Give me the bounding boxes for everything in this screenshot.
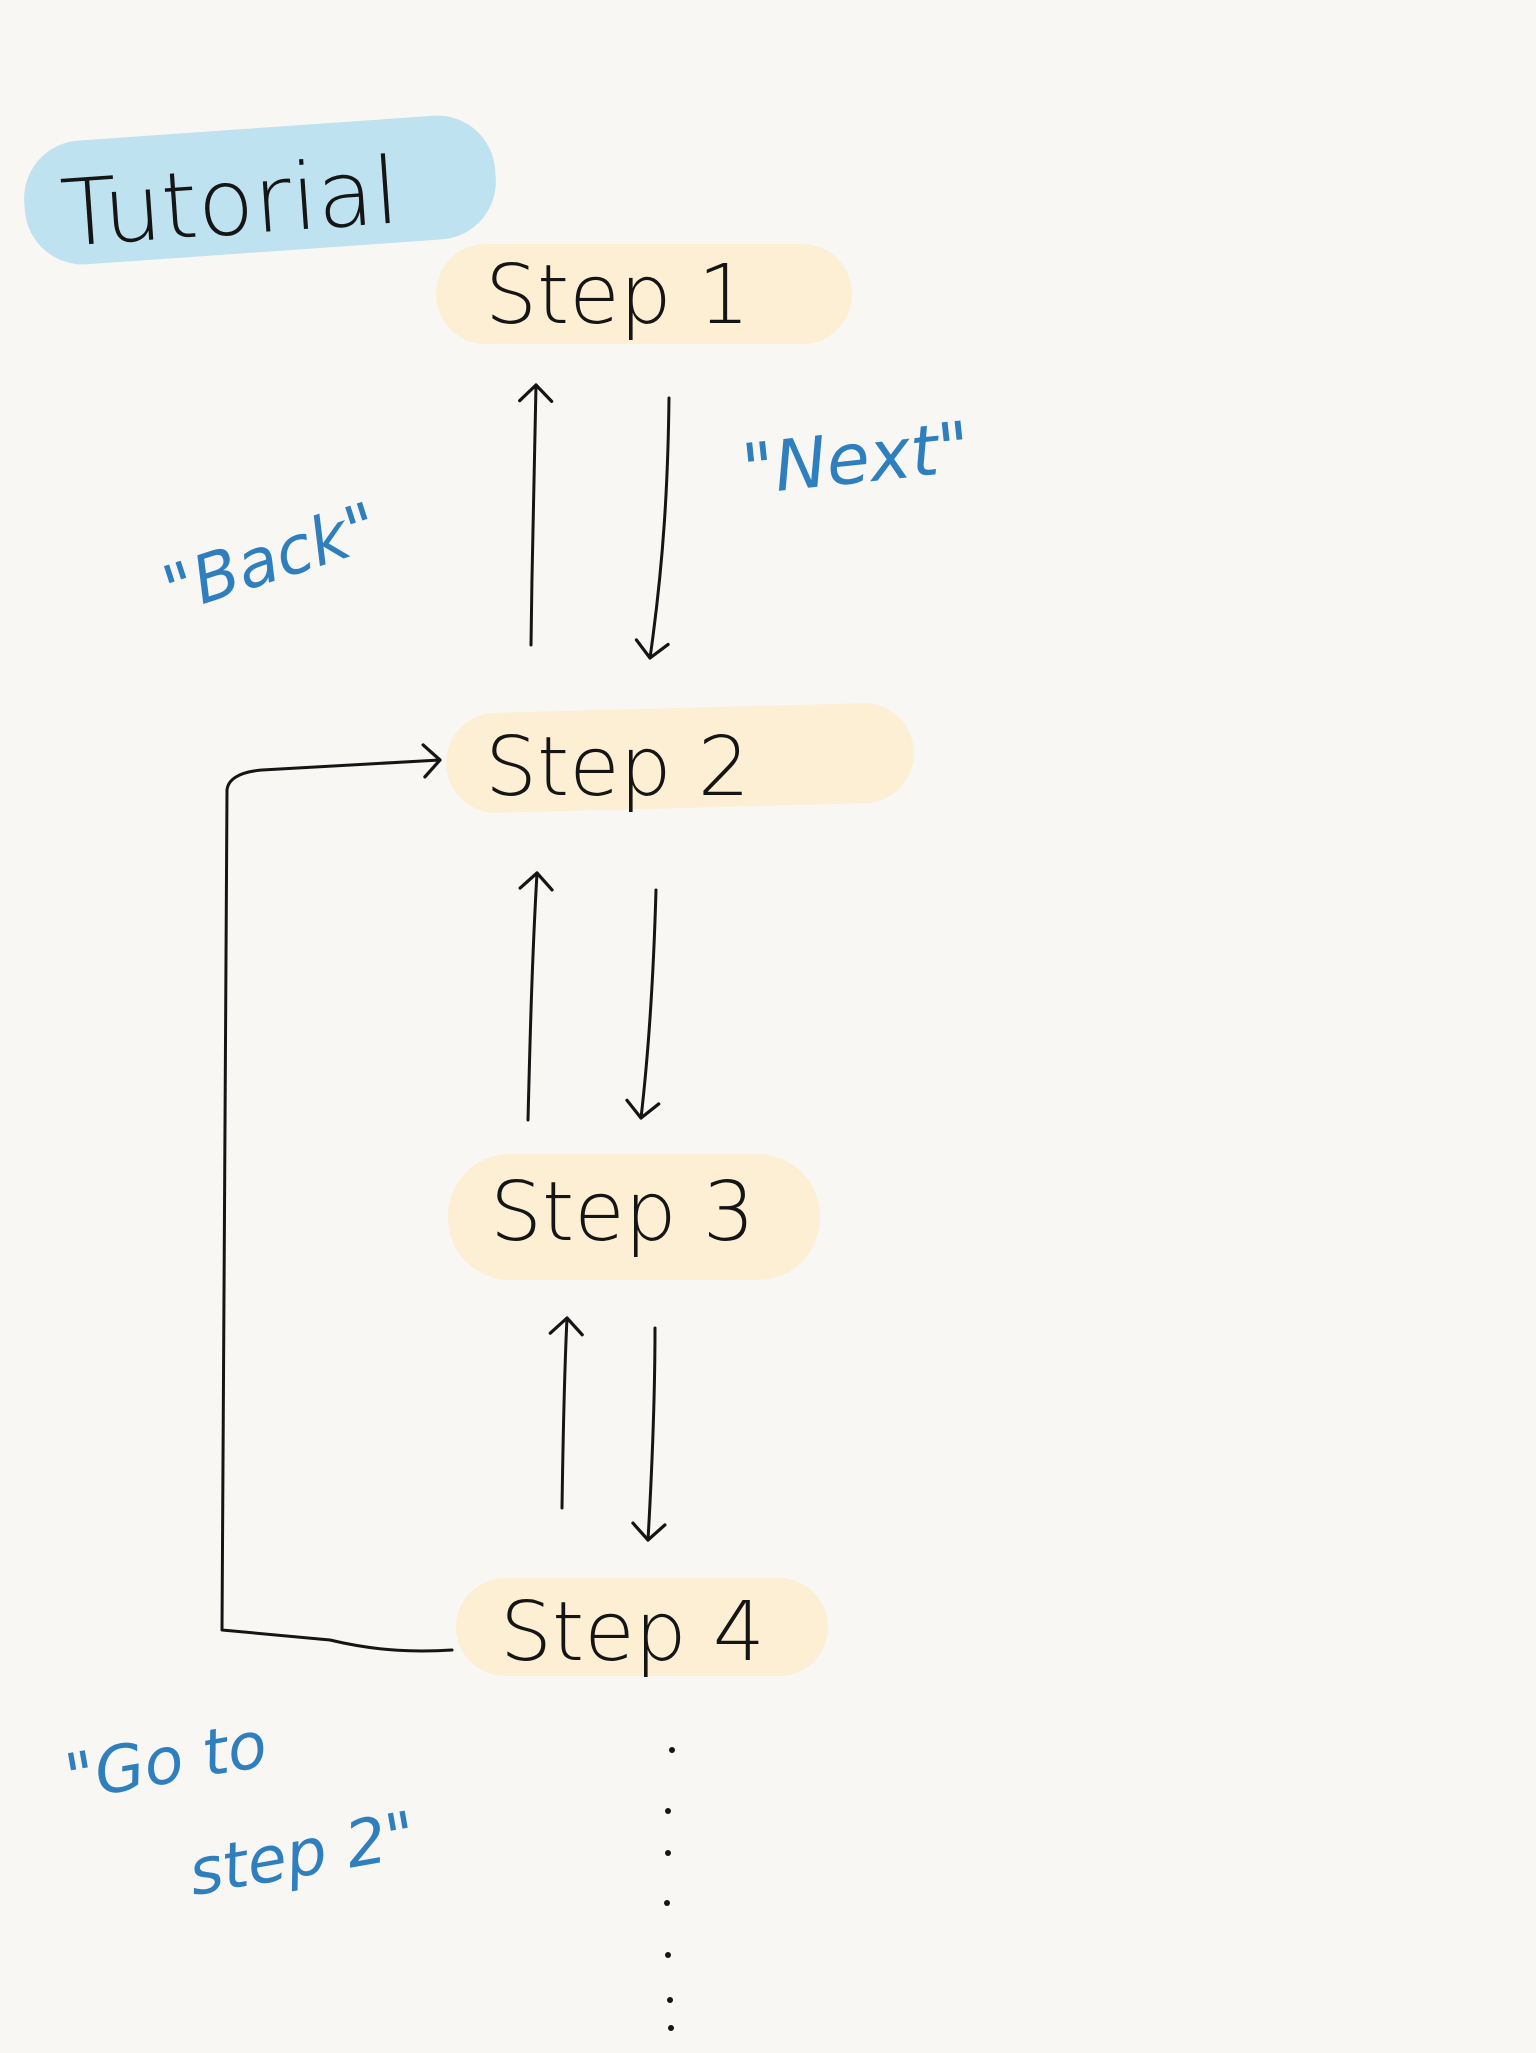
title-block: Tutorial [24,115,496,268]
back-arrow-step4-to-step3 [548,1316,584,1510]
continuation-dots [664,1747,675,2031]
step-2-label: Step 2 [485,720,750,815]
step-3-label: Step 3 [490,1165,755,1260]
step-3-node: Step 3 [448,1154,820,1280]
continuation-dot [664,1900,670,1906]
diagram-title: Tutorial [57,137,402,267]
annotation-goto: "Go to step 2" [60,1708,422,1911]
step-1-label: Step 1 [485,248,750,343]
continuation-dot [665,1808,671,1814]
annotation-goto-line1: "Go to [60,1708,273,1816]
step-2-node: Step 2 [446,703,914,815]
diagram-svg: Tutorial Step 1 Step 2 Step 3 Step 4 "Ba… [24,115,974,2031]
annotation-next-label: "Next" [738,406,974,511]
continuation-dot [669,1747,675,1753]
annotation-back: "Back" [154,488,388,630]
back-arrow-step3-to-step2 [518,871,554,1122]
continuation-dot [665,1952,671,1958]
next-arrow-step3-to-step4 [631,1326,667,1542]
annotation-next: "Next" [738,406,974,511]
step-4-label: Step 4 [500,1585,765,1680]
tutorial-flow-diagram: Tutorial Step 1 Step 2 Step 3 Step 4 "Ba… [0,0,1536,2048]
step-4-node: Step 4 [456,1578,828,1680]
step-1-node: Step 1 [436,244,852,344]
annotation-back-label: "Back" [154,488,388,630]
next-arrow-step2-to-step3 [625,888,661,1120]
goto-step2-connector [220,743,454,1653]
annotation-goto-line2: step 2" [183,1798,421,1911]
continuation-dot [667,1997,673,2003]
continuation-dot [665,1850,671,1856]
back-arrow-step2-to-step1 [518,383,554,647]
next-arrow-step1-to-step2 [634,396,671,660]
continuation-dot [668,2025,674,2031]
